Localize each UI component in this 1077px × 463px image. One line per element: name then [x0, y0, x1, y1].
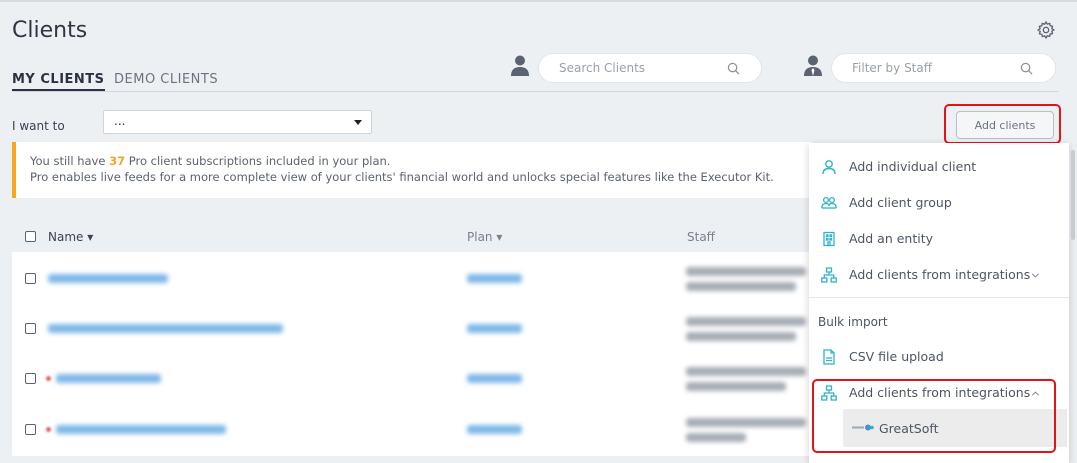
client-name-redacted[interactable] — [56, 425, 226, 434]
i-want-to-label: I want to — [12, 119, 65, 133]
search-clients-input[interactable] — [559, 61, 709, 75]
status-dot — [46, 427, 51, 432]
status-dot — [46, 376, 51, 381]
plan-redacted — [467, 374, 522, 383]
staff-redacted — [686, 367, 806, 376]
staff-redacted — [686, 382, 786, 391]
filter-staff-input[interactable] — [852, 61, 1002, 75]
banner-line-2: Pro enables live feeds for a more comple… — [30, 170, 774, 184]
client-name-redacted[interactable] — [48, 274, 168, 283]
select-all-checkbox[interactable] — [25, 231, 36, 242]
chevron-down-icon — [1031, 273, 1040, 278]
bulk-import-heading: Bulk import — [818, 315, 888, 329]
search-icon[interactable] — [1020, 62, 1033, 75]
column-header-name[interactable]: Name ▾ — [48, 230, 93, 244]
row-checkbox[interactable] — [25, 323, 36, 334]
tab-my-clients[interactable]: MY CLIENTS — [12, 72, 105, 91]
add-clients-button[interactable]: Add clients — [956, 111, 1054, 139]
search-clients-field[interactable] — [538, 53, 762, 83]
network-icon — [821, 385, 837, 401]
plan-redacted — [467, 274, 522, 283]
staff-redacted — [686, 332, 796, 341]
search-icon[interactable] — [727, 62, 740, 75]
staff-redacted — [686, 418, 806, 427]
subscription-count: 37 — [109, 154, 126, 168]
plan-redacted — [467, 324, 522, 333]
menu-divider — [809, 297, 1069, 298]
person-icon — [511, 55, 529, 76]
staff-redacted — [686, 317, 806, 326]
menu-item-add-client-group[interactable]: Add client group — [809, 185, 1069, 221]
network-icon — [821, 267, 837, 283]
row-checkbox[interactable] — [25, 273, 36, 284]
menu-item-greatsoft[interactable]: GreatSoft — [843, 409, 1067, 447]
staff-redacted — [686, 433, 746, 442]
select-value: ... — [114, 114, 126, 128]
client-name-redacted[interactable] — [56, 374, 161, 383]
csv-file-icon — [823, 349, 835, 365]
staff-redacted — [686, 267, 806, 276]
caret-down-icon — [354, 120, 362, 125]
menu-item-csv-file-upload[interactable]: CSV file upload — [809, 339, 1069, 375]
banner-line-1: You still have 37 Pro client subscriptio… — [30, 154, 391, 168]
plan-redacted — [467, 425, 522, 434]
top-divider — [0, 0, 1077, 2]
group-icon — [821, 196, 837, 209]
menu-item-add-an-entity[interactable]: Add an entity — [809, 221, 1069, 257]
staff-icon — [804, 55, 822, 76]
page-scrollbar[interactable] — [1071, 150, 1075, 240]
table-row[interactable] — [12, 252, 812, 304]
table-row[interactable] — [12, 404, 812, 456]
staff-redacted — [686, 282, 796, 291]
person-outline-icon — [822, 160, 836, 175]
row-checkbox[interactable] — [25, 373, 36, 384]
filter-staff-field[interactable] — [831, 53, 1056, 83]
settings-gear-icon[interactable] — [1036, 20, 1056, 40]
row-checkbox[interactable] — [25, 424, 36, 435]
building-icon — [823, 231, 835, 247]
chevron-up-icon — [1031, 391, 1040, 396]
table-row[interactable] — [12, 353, 812, 405]
menu-item-bulk-add-clients-from-integrations[interactable]: Add clients from integrations — [809, 375, 1069, 411]
add-clients-dropdown-menu: Add individual client Add client group A… — [809, 143, 1069, 463]
column-header-staff[interactable]: Staff — [687, 230, 715, 244]
page-title: Clients — [12, 18, 88, 43]
menu-item-add-individual-client[interactable]: Add individual client — [809, 149, 1069, 185]
i-want-to-select[interactable]: ... — [103, 110, 372, 134]
column-header-plan[interactable]: Plan ▾ — [467, 230, 502, 244]
pro-subscription-banner: You still have 37 Pro client subscriptio… — [12, 142, 812, 198]
table-row[interactable] — [12, 302, 812, 354]
tab-demo-clients[interactable]: DEMO CLIENTS — [114, 72, 218, 87]
client-name-redacted[interactable] — [48, 324, 283, 333]
menu-item-add-clients-from-integrations[interactable]: Add clients from integrations — [809, 257, 1069, 293]
greatsoft-logo-icon — [852, 424, 874, 431]
